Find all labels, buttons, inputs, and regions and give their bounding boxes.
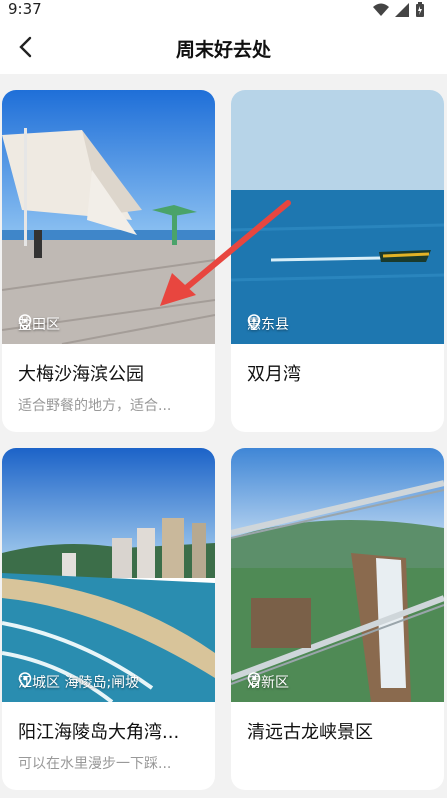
- location-pin-icon: [247, 672, 261, 688]
- wifi-icon: [373, 3, 389, 16]
- place-card[interactable]: 盐田区 大梅沙海滨公园 适合野餐的地方，适合...: [2, 90, 215, 432]
- status-time: 9:37: [8, 0, 42, 18]
- place-photo: 江城区 海陵岛;闸坡: [2, 448, 215, 702]
- location-pin-icon: [247, 314, 261, 330]
- location-label: 惠东县: [247, 314, 289, 334]
- location-label: 江城区 海陵岛;闸坡: [18, 672, 139, 692]
- page-title: 周末好去处: [175, 39, 271, 61]
- place-description: 可以在水里漫步一下踩...: [18, 756, 172, 772]
- location-pin-icon: [18, 314, 32, 330]
- place-photo: 惠东县: [231, 90, 444, 344]
- place-name: 大梅沙海滨公园: [18, 364, 144, 385]
- place-photo: 清新区: [231, 448, 444, 702]
- location-label: 清新区: [247, 672, 289, 692]
- status-icons: [373, 2, 425, 17]
- app-bar: 周末好去处: [0, 22, 447, 74]
- place-photo: 盐田区: [2, 90, 215, 344]
- location-text: 江城区 海陵岛;闸坡: [18, 675, 140, 691]
- place-card[interactable]: 惠东县 双月湾: [231, 90, 444, 432]
- location-pin-icon: [18, 672, 32, 688]
- battery-icon: [416, 2, 424, 17]
- status-bar: 9:37: [0, 0, 447, 22]
- place-description: 适合野餐的地方，适合...: [18, 398, 172, 414]
- place-name: 双月湾: [247, 364, 301, 385]
- place-card[interactable]: 江城区 海陵岛;闸坡 阳江海陵岛大角湾... 可以在水里漫步一下踩...: [2, 448, 215, 790]
- place-name: 阳江海陵岛大角湾...: [18, 722, 180, 743]
- location-label: 盐田区: [18, 314, 60, 334]
- signal-icon: [395, 2, 409, 17]
- place-card[interactable]: 清新区 清远古龙峡景区: [231, 448, 444, 790]
- place-name: 清远古龙峡景区: [247, 722, 373, 743]
